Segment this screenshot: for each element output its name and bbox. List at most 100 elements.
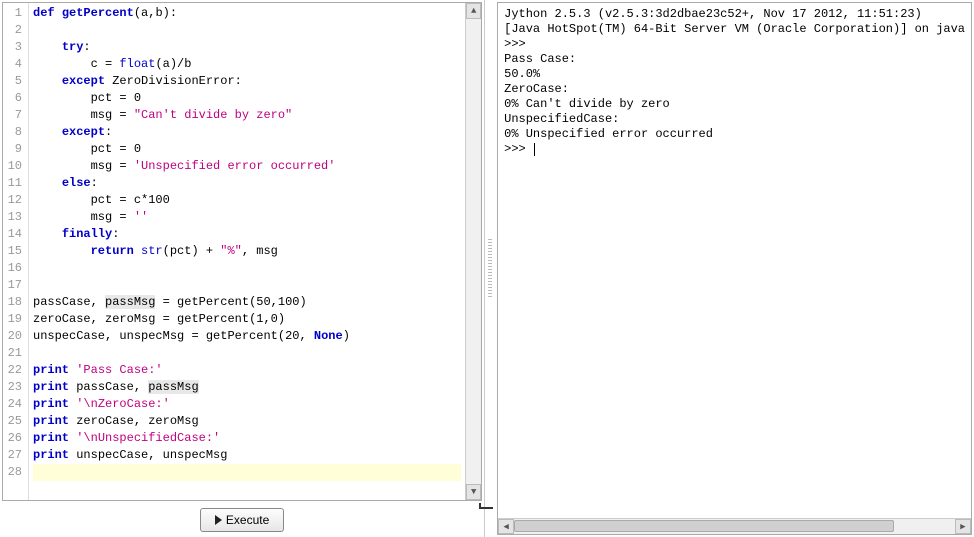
token-op: = <box>119 142 126 156</box>
scroll-right-icon[interactable]: ▶ <box>955 519 971 534</box>
code-line[interactable]: print 'Pass Case:' <box>33 362 461 379</box>
token-num: 20 <box>285 329 299 343</box>
code-line[interactable]: try: <box>33 39 461 56</box>
scroll-up-icon[interactable]: ▲ <box>466 3 481 19</box>
line-number: 27 <box>5 447 22 464</box>
console-output[interactable]: Jython 2.5.3 (v2.5.3:3d2dbae23c52+, Nov … <box>498 3 971 518</box>
scroll-left-icon[interactable]: ◀ <box>498 519 514 534</box>
token-num: 0 <box>134 142 141 156</box>
code-line[interactable]: except ZeroDivisionError: <box>33 73 461 90</box>
code-area[interactable]: def getPercent(a,b): try: c = float(a)/b… <box>29 3 465 500</box>
code-line[interactable]: print '\nZeroCase:' <box>33 396 461 413</box>
token-op: : <box>105 125 112 139</box>
token-str: 'Pass Case:' <box>76 363 162 377</box>
code-line[interactable]: pct = 0 <box>33 141 461 158</box>
token-str: '' <box>134 210 148 224</box>
splitter[interactable] <box>485 0 495 537</box>
code-line[interactable]: pct = c*100 <box>33 192 461 209</box>
token-op: ( <box>163 244 170 258</box>
console-line: UnspecifiedCase: <box>504 112 965 127</box>
token-op: : <box>91 176 98 190</box>
code-line[interactable]: def getPercent(a,b): <box>33 5 461 22</box>
code-line[interactable] <box>33 464 461 481</box>
editor-panel: 1234567891011121314151617181920212223242… <box>0 0 485 537</box>
token-op: ) <box>343 329 350 343</box>
token-id: passCase <box>33 295 91 309</box>
token-id: msg <box>91 210 113 224</box>
scroll-h-track[interactable] <box>514 519 955 534</box>
editor-vertical-scrollbar[interactable]: ▲ ▼ <box>465 3 481 500</box>
line-number: 19 <box>5 311 22 328</box>
code-line[interactable]: finally: <box>33 226 461 243</box>
console-line: >>> <box>504 142 965 157</box>
token-op: ( <box>278 329 285 343</box>
token-kw: print <box>33 414 69 428</box>
token-id: msg <box>91 159 113 173</box>
drag-handle-icon[interactable] <box>488 239 492 299</box>
token-num: 100 <box>148 193 170 207</box>
scroll-down-icon[interactable]: ▼ <box>466 484 481 500</box>
token-var-hl: passMsg <box>148 380 198 394</box>
code-line[interactable]: passCase, passMsg = getPercent(50,100) <box>33 294 461 311</box>
code-line[interactable]: print '\nUnspecifiedCase:' <box>33 430 461 447</box>
code-line[interactable]: msg = '' <box>33 209 461 226</box>
console-line: 0% Unspecified error occurred <box>504 127 965 142</box>
token-num: 50 <box>256 295 270 309</box>
console-line: ZeroCase: <box>504 82 965 97</box>
execute-button[interactable]: Execute <box>200 508 284 532</box>
code-line[interactable]: msg = 'Unspecified error occurred' <box>33 158 461 175</box>
line-number: 12 <box>5 192 22 209</box>
code-line[interactable]: else: <box>33 175 461 192</box>
code-line[interactable]: print unspecCase, unspecMsg <box>33 447 461 464</box>
token-id: c <box>91 57 98 71</box>
token-op: : <box>235 74 242 88</box>
scroll-track[interactable] <box>466 19 481 484</box>
line-number: 28 <box>5 464 22 481</box>
code-line[interactable]: return str(pct) + "%", msg <box>33 243 461 260</box>
line-number: 13 <box>5 209 22 226</box>
token-kw: print <box>33 363 69 377</box>
code-line[interactable]: msg = "Can't divide by zero" <box>33 107 461 124</box>
token-op: , <box>105 329 112 343</box>
code-line[interactable] <box>33 260 461 277</box>
token-id: passCase <box>76 380 134 394</box>
code-line[interactable] <box>33 345 461 362</box>
line-number: 17 <box>5 277 22 294</box>
code-line[interactable] <box>33 277 461 294</box>
token-id: zeroMsg <box>105 312 155 326</box>
token-num: 0 <box>134 91 141 105</box>
line-number: 16 <box>5 260 22 277</box>
token-id: getPercent <box>206 329 278 343</box>
code-line[interactable]: pct = 0 <box>33 90 461 107</box>
token-op: = <box>119 91 126 105</box>
console-panel: Jython 2.5.3 (v2.5.3:3d2dbae23c52+, Nov … <box>495 0 974 537</box>
token-id: unspecMsg <box>163 448 228 462</box>
resize-corner-icon[interactable] <box>479 503 493 509</box>
scroll-h-thumb[interactable] <box>514 520 894 532</box>
code-editor[interactable]: 1234567891011121314151617181920212223242… <box>2 2 482 501</box>
token-op: , <box>242 244 249 258</box>
console-line: Pass Case: <box>504 52 965 67</box>
console-line: Jython 2.5.3 (v2.5.3:3d2dbae23c52+, Nov … <box>504 7 965 22</box>
token-exc: ZeroDivisionError <box>112 74 234 88</box>
code-line[interactable]: unspecCase, unspecMsg = getPercent(20, N… <box>33 328 461 345</box>
token-kw: finally <box>62 227 112 241</box>
token-id: zeroCase <box>76 414 134 428</box>
token-op: ( <box>134 6 141 20</box>
code-line[interactable]: except: <box>33 124 461 141</box>
token-str: '\nUnspecifiedCase:' <box>76 431 220 445</box>
line-number: 4 <box>5 56 22 73</box>
line-number: 2 <box>5 22 22 39</box>
code-line[interactable] <box>33 22 461 39</box>
line-number: 1 <box>5 5 22 22</box>
execute-button-label: Execute <box>226 513 269 527</box>
line-number: 9 <box>5 141 22 158</box>
code-line[interactable]: c = float(a)/b <box>33 56 461 73</box>
code-line[interactable]: zeroCase, zeroMsg = getPercent(1,0) <box>33 311 461 328</box>
code-line[interactable]: print passCase, passMsg <box>33 379 461 396</box>
token-op: = <box>119 193 126 207</box>
token-op: + <box>206 244 213 258</box>
token-var-hl: passMsg <box>105 295 155 309</box>
console-horizontal-scrollbar[interactable]: ◀ ▶ <box>498 518 971 534</box>
code-line[interactable]: print zeroCase, zeroMsg <box>33 413 461 430</box>
